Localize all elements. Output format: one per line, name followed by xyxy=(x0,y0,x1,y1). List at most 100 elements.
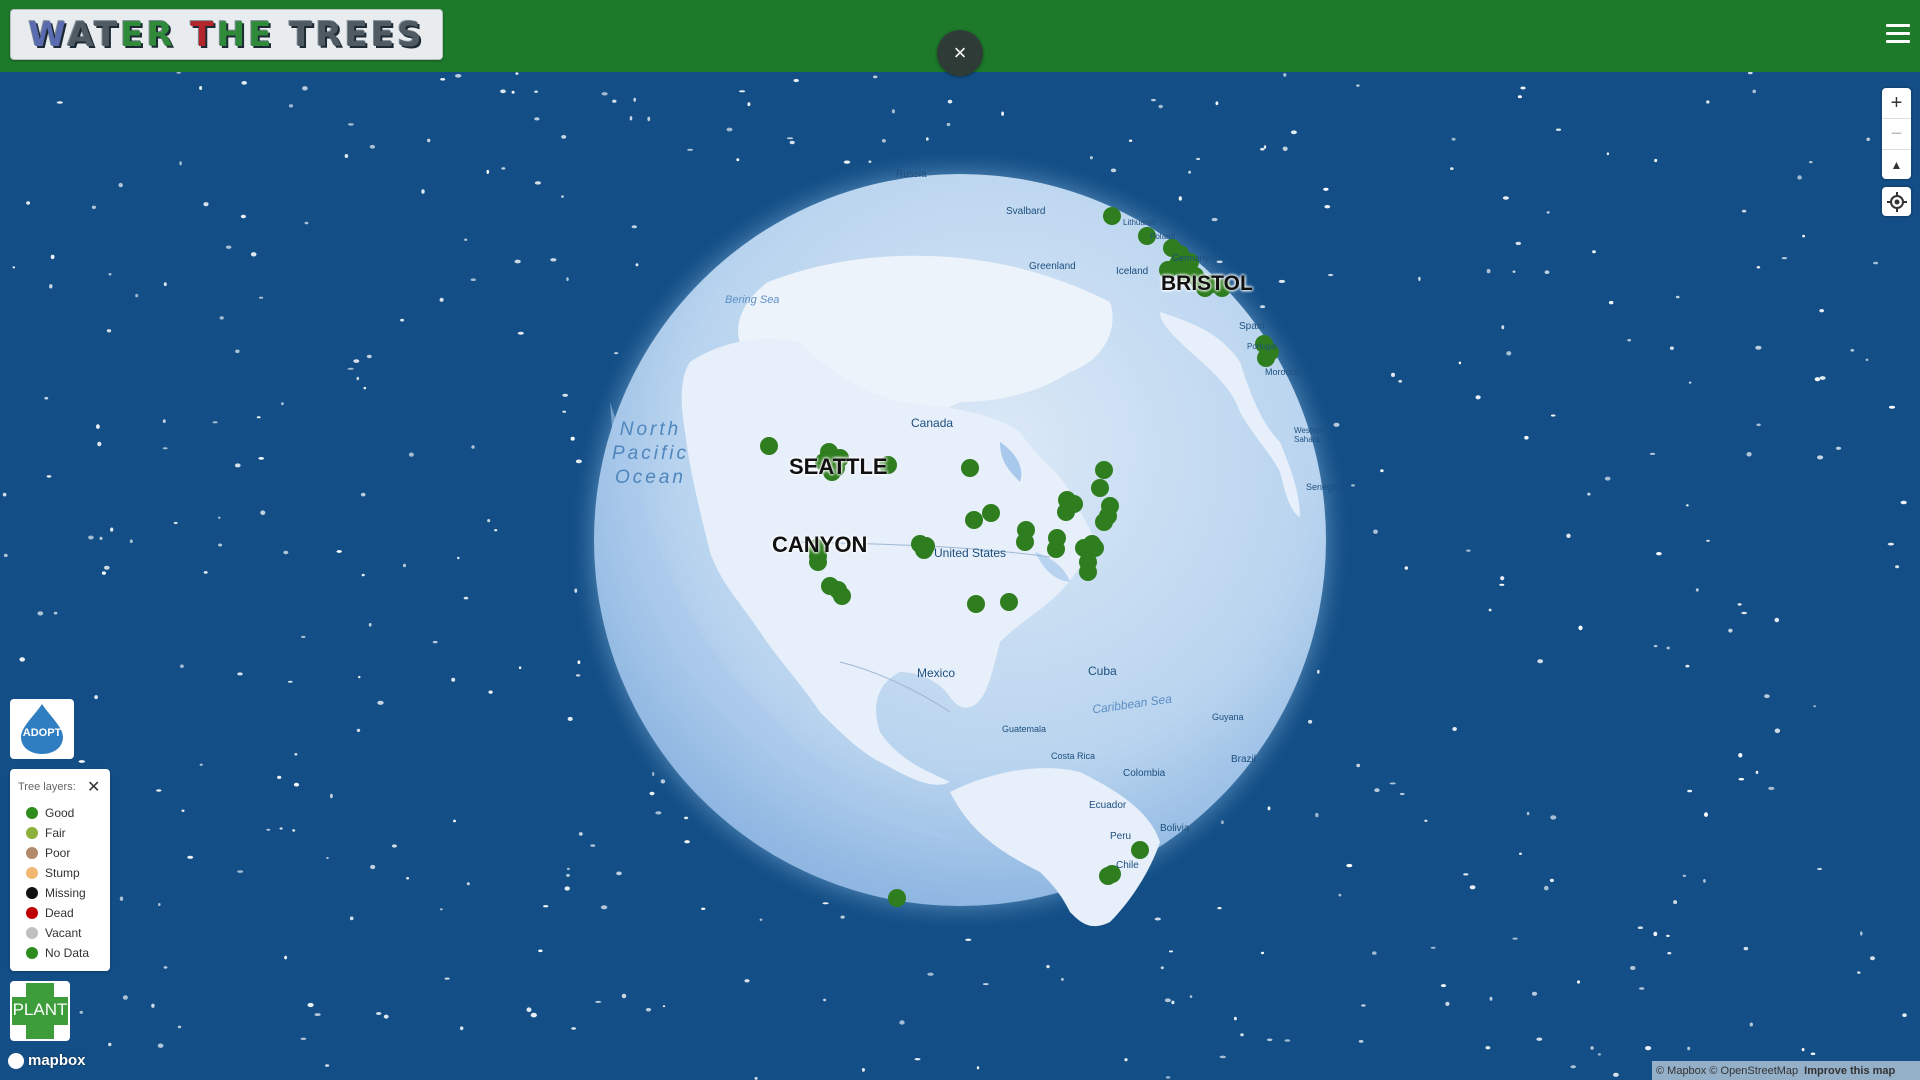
star xyxy=(1537,659,1544,664)
star xyxy=(1338,893,1342,897)
star xyxy=(1323,187,1329,191)
legend-item-missing[interactable]: Missing xyxy=(26,883,89,903)
star xyxy=(1728,628,1733,633)
star xyxy=(376,1012,382,1015)
tree-marker[interactable] xyxy=(1095,513,1113,531)
label-guyana: Guyana xyxy=(1212,712,1244,722)
tree-marker[interactable] xyxy=(1095,461,1113,479)
label-greenland: Greenland xyxy=(1029,261,1076,272)
star xyxy=(279,827,283,830)
tree-marker[interactable] xyxy=(967,595,985,613)
star xyxy=(37,611,44,616)
legend-item-good[interactable]: Good xyxy=(26,803,89,823)
legend-item-stump[interactable]: Stump xyxy=(26,863,89,883)
star xyxy=(455,74,462,78)
star xyxy=(786,137,794,140)
city-label-bristol[interactable]: BRISTOL xyxy=(1161,272,1253,296)
plant-button[interactable]: PLANT xyxy=(10,981,70,1041)
legend-item-poor[interactable]: Poor xyxy=(26,843,89,863)
tree-marker[interactable] xyxy=(915,541,933,559)
tree-marker[interactable] xyxy=(1099,867,1117,885)
hamburger-menu-icon[interactable] xyxy=(1886,24,1910,46)
star xyxy=(203,202,209,207)
star xyxy=(684,840,690,844)
star xyxy=(1675,295,1680,299)
star xyxy=(488,690,493,694)
city-label-seattle[interactable]: SEATTLE xyxy=(789,454,888,480)
star xyxy=(1151,98,1156,102)
star xyxy=(1673,900,1678,905)
star xyxy=(1445,1001,1450,1007)
star xyxy=(1902,1013,1907,1017)
legend-item-dead[interactable]: Dead xyxy=(26,903,89,923)
legend-item-no-data[interactable]: No Data xyxy=(26,943,89,963)
legend-title: Tree layers: xyxy=(18,781,76,793)
legend-close-icon[interactable]: ✕ xyxy=(87,777,100,797)
tree-marker[interactable] xyxy=(1091,479,1109,497)
star xyxy=(1263,145,1267,149)
star xyxy=(250,252,257,257)
tree-marker[interactable] xyxy=(1131,841,1149,859)
star xyxy=(899,1020,905,1025)
adopt-button[interactable]: ADOPT xyxy=(10,699,74,759)
star xyxy=(283,550,289,555)
star xyxy=(500,89,506,94)
star xyxy=(578,832,583,836)
tree-marker[interactable] xyxy=(1086,539,1104,557)
close-button[interactable]: × xyxy=(937,30,983,76)
star xyxy=(1743,946,1749,951)
map-canvas[interactable]: North Pacific Ocean Bering Sea Caribbean S… xyxy=(0,72,1920,1080)
star xyxy=(1501,325,1505,330)
label-chile: Chile xyxy=(1116,860,1139,871)
compass-button[interactable]: ▲ xyxy=(1882,150,1911,180)
star xyxy=(440,78,446,81)
tree-marker[interactable] xyxy=(1057,503,1075,521)
star xyxy=(655,811,662,815)
app-logo[interactable]: WATER THE TREES xyxy=(10,9,443,60)
star xyxy=(1578,625,1583,631)
geolocate-button[interactable] xyxy=(1882,187,1911,216)
tree-marker[interactable] xyxy=(1103,207,1121,225)
tree-marker[interactable] xyxy=(1257,349,1275,367)
tree-marker[interactable] xyxy=(760,437,778,455)
star xyxy=(383,1014,389,1019)
zoom-in-button[interactable]: + xyxy=(1882,88,1911,119)
star xyxy=(1577,980,1580,984)
star xyxy=(736,158,740,162)
star xyxy=(129,539,133,543)
tree-marker[interactable] xyxy=(965,511,983,529)
star xyxy=(1512,937,1518,940)
tree-marker[interactable] xyxy=(1016,533,1034,551)
star xyxy=(1774,728,1781,734)
city-label-canyon[interactable]: CANYON xyxy=(772,532,867,558)
label-germany: Germany xyxy=(1172,253,1210,263)
star xyxy=(1485,1046,1491,1050)
tree-marker[interactable] xyxy=(833,587,851,605)
attribution-text[interactable]: © Mapbox © OpenStreetMap xyxy=(1656,1065,1798,1077)
star xyxy=(1737,603,1742,606)
tree-marker[interactable] xyxy=(1079,563,1097,581)
star xyxy=(304,221,309,225)
star xyxy=(293,782,300,787)
improve-map-link[interactable]: Improve this map xyxy=(1804,1065,1895,1077)
star xyxy=(237,870,244,873)
label-lithuania: Lithuania xyxy=(1123,218,1156,227)
legend-item-vacant[interactable]: Vacant xyxy=(26,923,89,943)
star xyxy=(1741,209,1747,213)
tree-marker[interactable] xyxy=(1047,540,1065,558)
tree-marker[interactable] xyxy=(982,504,1000,522)
star xyxy=(235,349,240,354)
tree-marker[interactable] xyxy=(1000,593,1018,611)
star xyxy=(946,122,951,127)
tree-marker[interactable] xyxy=(888,889,906,907)
tree-marker[interactable] xyxy=(961,459,979,477)
zoom-out-button[interactable]: − xyxy=(1882,119,1911,150)
star xyxy=(1653,931,1658,937)
star xyxy=(1888,405,1896,409)
star xyxy=(487,519,491,523)
legend-item-fair[interactable]: Fair xyxy=(26,823,89,843)
star xyxy=(1373,529,1378,534)
mapbox-logo[interactable]: mapbox xyxy=(8,1052,86,1069)
star xyxy=(1189,995,1193,998)
star xyxy=(1463,873,1469,876)
